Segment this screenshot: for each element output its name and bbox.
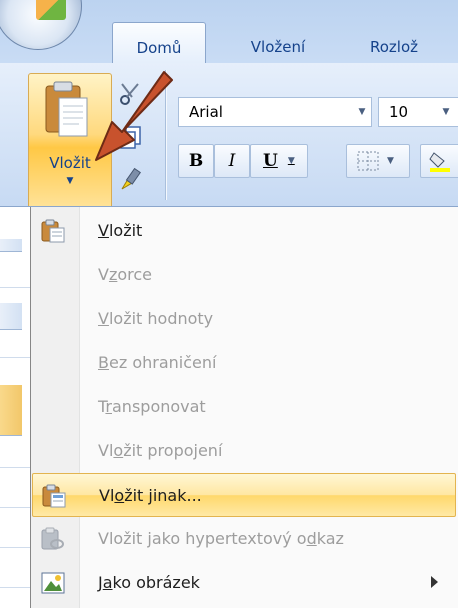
menu-item-label: Vložit xyxy=(98,221,143,240)
menu-item: Vložit hodnoty xyxy=(32,297,456,341)
menu-item[interactable]: Jako obrázek xyxy=(32,561,456,605)
font-name-combo[interactable]: Arial ▼ xyxy=(178,97,372,127)
italic-label: I xyxy=(228,151,236,171)
clipboard-icon xyxy=(45,81,88,137)
paste-dropdown-menu: Vložit Vzorce Vložit hodnoty Bez ohraničení… xyxy=(30,207,458,608)
ribbon: Domů Vložení Rozlož Vložit ▼ Arial ▼ 10 … xyxy=(0,0,458,207)
font-size-combo[interactable]: 10 ▼ xyxy=(378,97,458,127)
menu-item-label: Bez ohraničení xyxy=(98,353,217,372)
menu-item-label: Jako obrázek xyxy=(98,573,200,592)
row-header xyxy=(0,303,22,330)
annotation-arrow-icon xyxy=(95,71,173,161)
menu-item: Vzorce xyxy=(32,253,456,297)
paste-hyperlink-icon xyxy=(40,527,66,551)
menu-item[interactable]: Vložit jinak... xyxy=(32,473,456,517)
menu-item-label: Vložit jinak... xyxy=(99,486,202,505)
chevron-down-icon[interactable]: ▼ xyxy=(387,156,394,166)
office-logo-icon xyxy=(36,0,66,20)
worksheet-edge xyxy=(0,207,31,608)
chevron-right-icon xyxy=(431,576,438,588)
italic-button[interactable]: I xyxy=(214,144,250,178)
tab-insert[interactable]: Vložení xyxy=(222,32,334,62)
menu-item-label: Vložit jako hypertextový odkaz xyxy=(98,529,344,548)
grid-line xyxy=(0,507,30,508)
menu-item-label: Vzorce xyxy=(98,265,153,284)
grid-line xyxy=(0,547,30,548)
underline-button[interactable]: U ▼ xyxy=(250,144,308,178)
tab-layout-label: Rozlož xyxy=(370,38,419,56)
menu-item-label: Vložit hodnoty xyxy=(98,309,214,328)
grid-line xyxy=(0,287,30,288)
borders-icon xyxy=(357,151,379,171)
grid-line xyxy=(0,467,30,468)
fill-color-icon xyxy=(429,152,450,172)
row-header-selected xyxy=(0,385,22,436)
tab-home-label: Domů xyxy=(136,39,182,57)
paste-icon xyxy=(40,219,66,243)
font-name-value: Arial xyxy=(189,103,223,121)
chevron-down-icon[interactable]: ▼ xyxy=(353,107,371,117)
format-painter-icon[interactable] xyxy=(118,165,144,191)
borders-button[interactable]: ▼ xyxy=(346,144,410,178)
underline-label: U xyxy=(263,151,278,171)
grid-line xyxy=(0,357,30,358)
fill-color-button[interactable] xyxy=(420,144,458,178)
chevron-down-icon[interactable]: ▼ xyxy=(437,107,455,117)
menu-item: Bez ohraničení xyxy=(32,341,456,385)
menu-item-label: Vložit propojení xyxy=(98,441,223,460)
grid-line xyxy=(0,587,30,588)
chevron-down-icon: ▼ xyxy=(66,176,74,186)
menu-item: Vložit propojení xyxy=(32,429,456,473)
tab-home[interactable]: Domů xyxy=(112,22,206,65)
menu-item-label: Transponovat xyxy=(98,397,206,416)
tab-layout[interactable]: Rozlož xyxy=(370,32,458,62)
row-header xyxy=(0,239,22,252)
chevron-down-icon[interactable]: ▼ xyxy=(288,156,295,166)
bold-label: B xyxy=(188,151,204,171)
paste-special-icon xyxy=(41,484,67,508)
picture-icon xyxy=(40,571,66,595)
menu-item: Vložit jako hypertextový odkaz xyxy=(32,517,456,561)
menu-item: Transponovat xyxy=(32,385,456,429)
bold-button[interactable]: B xyxy=(178,144,214,178)
tab-insert-label: Vložení xyxy=(250,38,306,56)
menu-item[interactable]: Vložit xyxy=(32,209,456,253)
